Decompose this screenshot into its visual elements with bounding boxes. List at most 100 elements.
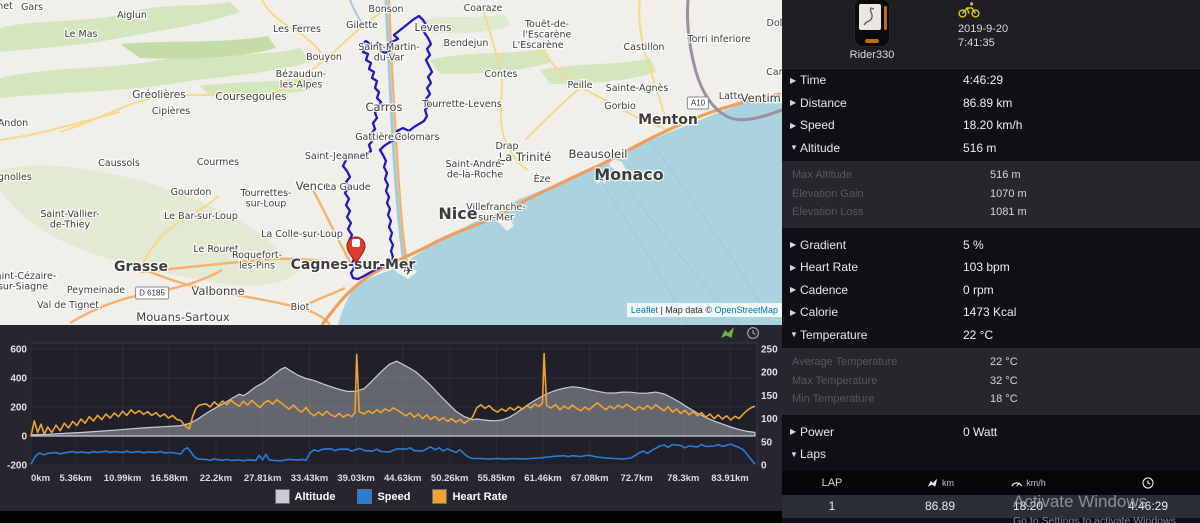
stat-row-heart-rate[interactable]: ▶Heart Rate103 bpm xyxy=(782,256,1200,279)
stat-label: Time xyxy=(800,73,826,87)
chevron-right-icon: ▶ xyxy=(790,76,800,85)
legend-swatch xyxy=(432,489,447,504)
legend-label: Heart Rate xyxy=(452,491,507,503)
svg-text:22.2km: 22.2km xyxy=(200,473,232,484)
stat-row-gradient[interactable]: ▶Gradient5 % xyxy=(782,234,1200,257)
distance-icon xyxy=(926,478,939,488)
road-badge: D 6185 xyxy=(135,287,169,300)
map-label: Nice xyxy=(438,204,477,223)
map-label: Bézaudun-les-Alpes xyxy=(276,69,327,91)
map[interactable]: netGarsAiglunLe MasLes FerresBouyonBézau… xyxy=(0,0,782,325)
laps-table: LAPkmkm/h186.8918.204:46:29 xyxy=(782,471,1200,518)
map-label: Coursegoules xyxy=(215,91,286,103)
chevron-right-icon: ▶ xyxy=(790,98,800,107)
stat-value: 516 m xyxy=(963,141,996,155)
summary-header: Rider330 2019-9-20 7:41:35 xyxy=(782,0,1200,69)
time-mode-icon[interactable] xyxy=(746,326,760,340)
map-label: L'Escarène xyxy=(512,40,563,51)
map-label: Roquefort-les-Pins xyxy=(232,250,282,272)
chevron-down-icon: ▼ xyxy=(790,450,800,459)
map-label: Les Ferres xyxy=(273,24,321,35)
sub-stat-label: Elevation Gain xyxy=(792,188,864,200)
chart-panel: 6004002000-2002502001501005000km5.36km10… xyxy=(0,325,782,512)
svg-text:400: 400 xyxy=(10,374,27,385)
chevron-down-icon: ▼ xyxy=(790,330,800,339)
stat-row-altitude[interactable]: ▼Altitude516 m xyxy=(782,137,1200,160)
map-label: Èze xyxy=(534,173,551,185)
legend-label: Altitude xyxy=(295,491,336,503)
legend-item[interactable]: Speed xyxy=(357,489,410,504)
stat-subpanel: Max Altitude516 mElevation Gain1070 mEle… xyxy=(782,161,1200,228)
stat-label: Power xyxy=(800,425,834,439)
sea xyxy=(338,92,782,325)
sub-stat-label: Average Temperature xyxy=(792,356,897,368)
map-label: Val de Tignet xyxy=(37,300,99,311)
ride-chart[interactable]: 6004002000-2002502001501005000km5.36km10… xyxy=(0,339,782,489)
stat-label: Calorie xyxy=(800,305,838,319)
map-label: net xyxy=(0,1,13,12)
sub-stat-row: Average Temperature22 °C xyxy=(782,353,1200,372)
summary-panel: Rider330 2019-9-20 7:41:35 ▶Time4:46:29▶… xyxy=(782,0,1200,523)
legend-swatch xyxy=(275,489,290,504)
map-label: Biot xyxy=(291,302,310,313)
stat-row-calorie[interactable]: ▶Calorie1473 Kcal xyxy=(782,301,1200,324)
map-label: Peille xyxy=(568,80,593,91)
map-label: Caussols xyxy=(98,158,140,169)
map-label: Andon xyxy=(0,118,28,129)
chart-legend: Altitude Speed Heart Rate xyxy=(0,489,782,504)
chevron-down-icon: ▼ xyxy=(790,143,800,152)
stat-row-power[interactable]: ▶Power0 Watt xyxy=(782,421,1200,444)
stat-row-speed[interactable]: ▶Speed18.20 km/h xyxy=(782,114,1200,137)
map-label: Ventimig xyxy=(741,91,782,105)
svg-text:50: 50 xyxy=(761,437,773,448)
sub-stat-row: Elevation Loss 1081 m xyxy=(782,203,1200,222)
sub-stat-row: Min Temperature18 °C xyxy=(782,390,1200,409)
stat-row-time[interactable]: ▶Time4:46:29 xyxy=(782,69,1200,92)
map-label: Carros xyxy=(365,100,402,114)
map-label: Mouans-Sartoux xyxy=(136,310,230,324)
distance-mode-icon[interactable] xyxy=(719,326,736,340)
map-label: La Colle-sur-Loup xyxy=(261,229,343,240)
svg-text:150: 150 xyxy=(761,391,778,402)
map-label: Gréolières xyxy=(132,89,185,101)
legend-item[interactable]: Heart Rate xyxy=(432,489,507,504)
stat-row-laps[interactable]: ▼Laps xyxy=(782,443,1200,466)
speed-column-header: km/h xyxy=(1010,478,1046,488)
legend-item[interactable]: Altitude xyxy=(275,489,336,504)
map-label: Le Bar-sur-Loup xyxy=(164,211,238,222)
stat-row-cadence[interactable]: ▶Cadence0 rpm xyxy=(782,279,1200,302)
map-label: Sainte-Agnès xyxy=(606,83,669,94)
stat-label: Distance xyxy=(800,96,847,110)
map-label: Colomars xyxy=(395,132,440,143)
map-label: Beausoleil xyxy=(569,147,628,161)
lap-cell-value: 18.20 xyxy=(1013,499,1043,513)
osm-link[interactable]: OpenStreetMap xyxy=(714,305,778,315)
stat-row-distance[interactable]: ▶Distance86.89 km xyxy=(782,92,1200,115)
cyclist-icon xyxy=(958,2,980,18)
svg-text:78.3km: 78.3km xyxy=(667,473,699,484)
map-label: Cipières xyxy=(152,106,190,117)
stat-subpanel: Average Temperature22 °CMax Temperature3… xyxy=(782,348,1200,415)
ride-analysis-window: netGarsAiglunLe MasLes FerresBouyonBézau… xyxy=(0,0,1200,523)
map-label: Courmes xyxy=(197,157,239,168)
stat-row-temperature[interactable]: ▼Temperature22 °C xyxy=(782,324,1200,347)
stat-value: 103 bpm xyxy=(963,260,1010,274)
leaflet-link[interactable]: Leaflet xyxy=(631,305,658,315)
svg-text:0km: 0km xyxy=(31,473,50,484)
svg-text:33.43km: 33.43km xyxy=(291,473,329,484)
sub-stat-row: Max Temperature32 °C xyxy=(782,372,1200,391)
stat-label: Gradient xyxy=(800,238,846,252)
chevron-right-icon: ▶ xyxy=(790,263,800,272)
svg-text:61.46km: 61.46km xyxy=(524,473,562,484)
lap-column-header: LAP xyxy=(822,477,843,489)
svg-text:50.26km: 50.26km xyxy=(431,473,469,484)
svg-text:16.58km: 16.58km xyxy=(150,473,188,484)
sub-stat-label: Elevation Loss xyxy=(792,206,864,218)
sub-stat-value: 1081 m xyxy=(990,206,1027,218)
map-label: Tourrette-Levens xyxy=(421,99,501,110)
sub-stat-value: 1070 m xyxy=(990,188,1027,200)
stat-value: 18.20 km/h xyxy=(963,118,1022,132)
map-label: La Gaude xyxy=(325,182,370,193)
chevron-right-icon: ▶ xyxy=(790,427,800,436)
lap-row[interactable]: 186.8918.204:46:29 xyxy=(782,495,1200,518)
